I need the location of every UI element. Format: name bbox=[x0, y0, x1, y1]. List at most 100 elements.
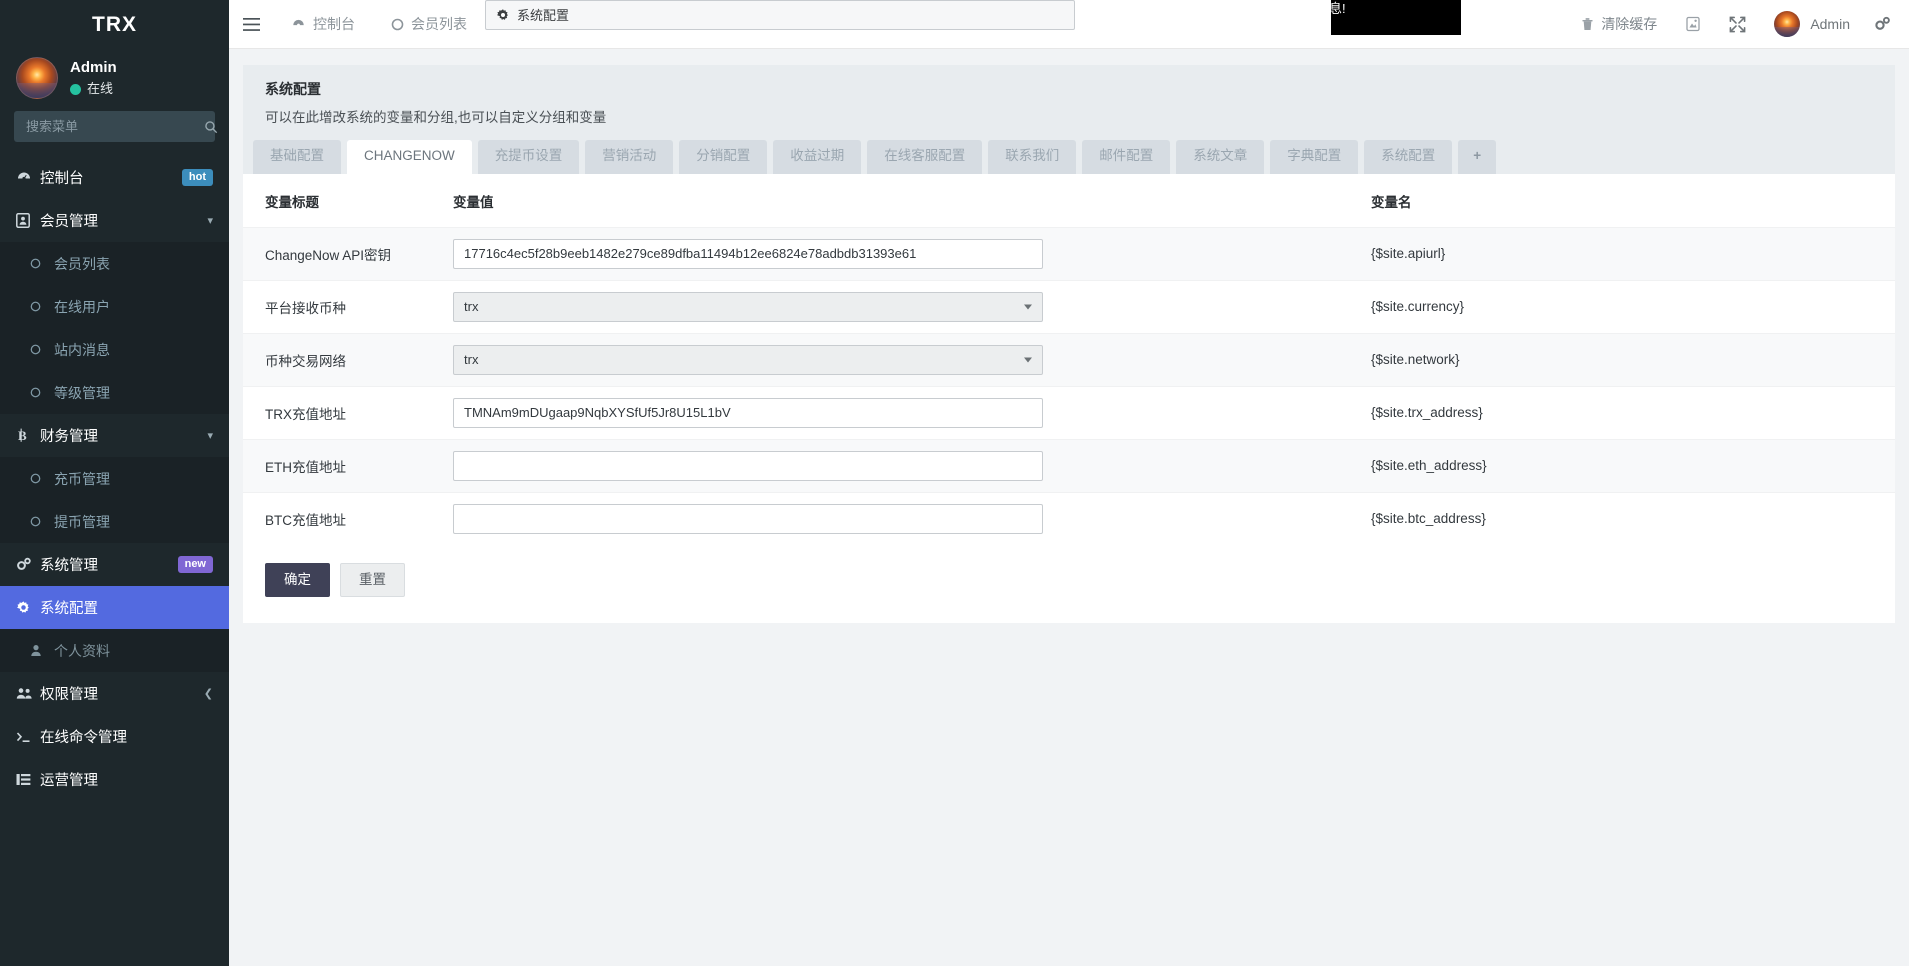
config-tab-system-config[interactable]: 系统配置 bbox=[1364, 140, 1453, 174]
user-info: Admin 在线 bbox=[70, 58, 117, 98]
form-actions: 确定 重置 bbox=[243, 545, 1895, 598]
dashboard-icon bbox=[16, 170, 40, 186]
settings-gear-icon[interactable] bbox=[1860, 0, 1895, 49]
reset-button[interactable]: 重置 bbox=[340, 562, 405, 598]
sidebar-item-online-users[interactable]: 在线用户 bbox=[0, 285, 229, 328]
config-tab-email[interactable]: 邮件配置 bbox=[1082, 140, 1171, 174]
network-select[interactable]: trx bbox=[453, 344, 1043, 375]
row-title: TRX充值地址 bbox=[243, 385, 453, 440]
user-name: Admin bbox=[70, 59, 117, 77]
row-value-cell bbox=[453, 438, 1363, 493]
cogs-icon bbox=[16, 557, 40, 572]
config-tab-dictionary[interactable]: 字典配置 bbox=[1270, 140, 1359, 174]
page-title: 系统配置 bbox=[265, 81, 321, 97]
sidebar-item-online-command-management[interactable]: 在线命令管理 bbox=[0, 715, 229, 758]
add-config-group-button[interactable]: + bbox=[1458, 140, 1497, 174]
circle-icon bbox=[30, 344, 54, 355]
apiurl-input[interactable] bbox=[453, 238, 1043, 269]
sidebar-item-site-messages[interactable]: 站内消息 bbox=[0, 328, 229, 371]
chevron-down-icon: ▾ bbox=[207, 430, 213, 442]
trash-icon bbox=[1581, 17, 1594, 31]
sidebar-item-label: 等级管理 bbox=[54, 384, 110, 401]
config-tab-basic[interactable]: 基础配置 bbox=[253, 140, 341, 174]
chevron-down-icon bbox=[1024, 357, 1032, 363]
btc-address-input[interactable] bbox=[453, 503, 1043, 534]
sidebar-item-member-list[interactable]: 会员列表 bbox=[0, 242, 229, 285]
topbar-nav-tabs: 控制台 会员列表 系统配置 bbox=[273, 0, 1075, 49]
sidebar-item-system-management[interactable]: 系统管理 new bbox=[0, 543, 229, 586]
config-tab-system-articles[interactable]: 系统文章 bbox=[1176, 140, 1265, 174]
sidebar-item-label: 提币管理 bbox=[54, 513, 110, 530]
tab-member-list[interactable]: 会员列表 bbox=[373, 0, 485, 49]
config-tab-marketing[interactable]: 营销活动 bbox=[585, 140, 674, 174]
sidebar-item-deposit-management[interactable]: 充币管理 bbox=[0, 457, 229, 500]
config-tab-contact-us[interactable]: 联系我们 bbox=[988, 140, 1077, 174]
sidebar-item-label: 会员列表 bbox=[54, 255, 110, 272]
tab-system-config[interactable]: 系统配置 bbox=[485, 0, 1075, 30]
row-varname: {$site.currency} bbox=[1363, 279, 1895, 334]
sidebar-item-finance-management[interactable]: B 财务管理 ▾ bbox=[0, 414, 229, 457]
sidebar-search-box[interactable] bbox=[14, 111, 218, 142]
eth-address-input[interactable] bbox=[453, 450, 1043, 481]
brand-logo[interactable]: TRX bbox=[0, 0, 229, 49]
user-icon bbox=[30, 644, 54, 657]
bitcoin-icon: B bbox=[16, 428, 40, 443]
trx-address-input[interactable] bbox=[453, 397, 1043, 428]
submit-button[interactable]: 确定 bbox=[265, 562, 330, 598]
clear-cache-button[interactable]: 清除缓存 bbox=[1567, 0, 1671, 49]
currency-select[interactable]: trx bbox=[453, 291, 1043, 322]
row-varname: {$site.eth_address} bbox=[1363, 438, 1895, 493]
tab-dashboard[interactable]: 控制台 bbox=[273, 0, 373, 49]
sidebar-item-withdraw-management[interactable]: 提币管理 bbox=[0, 500, 229, 543]
svg-text:B: B bbox=[18, 428, 27, 443]
sidebar-item-label: 充币管理 bbox=[54, 470, 110, 487]
sidebar-menu: 控制台 hot 会员管理 ▾ 会员列表 在线用户 站内消息 等级管理 B 财务管… bbox=[0, 156, 229, 801]
circle-icon bbox=[391, 18, 404, 31]
config-tab-deposit-withdraw[interactable]: 充提币设置 bbox=[477, 140, 580, 174]
sidebar: TRX Admin 在线 搜索菜单 控制台 hot 会员管理 ▾ 会员列表 在线… bbox=[0, 0, 229, 966]
sidebar-item-label: 会员管理 bbox=[40, 214, 98, 230]
topbar-user-menu[interactable]: Admin bbox=[1760, 0, 1860, 49]
config-group-tabs: 基础配置 CHANGENOW 充提币设置 营销活动 分销配置 收益过期 在线客服… bbox=[243, 126, 1895, 174]
table-head: 变量标题 变量值 变量名 bbox=[243, 174, 1895, 228]
row-title: ETH充值地址 bbox=[243, 438, 453, 493]
row-varname: {$site.network} bbox=[1363, 332, 1895, 387]
config-tab-distribution[interactable]: 分销配置 bbox=[679, 140, 768, 174]
row-value-cell bbox=[453, 385, 1363, 440]
sidebar-item-profile[interactable]: 个人资料 bbox=[0, 629, 229, 672]
sidebar-item-level-management[interactable]: 等级管理 bbox=[0, 371, 229, 414]
sidebar-item-dashboard[interactable]: 控制台 hot bbox=[0, 156, 229, 199]
users-icon bbox=[16, 687, 40, 700]
sidebar-badge-hot: hot bbox=[181, 169, 213, 186]
circle-icon bbox=[30, 301, 54, 312]
search-input[interactable] bbox=[24, 118, 204, 135]
fullscreen-icon[interactable] bbox=[1715, 0, 1760, 49]
clear-cache-label: 清除缓存 bbox=[1601, 16, 1658, 32]
config-tab-changenow[interactable]: CHANGENOW bbox=[347, 140, 472, 174]
config-tab-earnings-expiry[interactable]: 收益过期 bbox=[773, 140, 862, 174]
topbar: 控制台 会员列表 系统配置 息! 清除缓存 Admin bbox=[229, 0, 1909, 49]
row-varname: {$site.trx_address} bbox=[1363, 385, 1895, 440]
user-status-label: 在线 bbox=[87, 81, 114, 97]
row-value-cell bbox=[453, 226, 1363, 281]
circle-icon bbox=[30, 387, 54, 398]
topbar-right: 清除缓存 Admin bbox=[1567, 0, 1909, 49]
main-area: 控制台 会员列表 系统配置 息! 清除缓存 Admin 系统配置 可以在此增改系… bbox=[229, 0, 1909, 966]
sidebar-item-system-config[interactable]: 系统配置 bbox=[0, 586, 229, 629]
table-header-row: 变量标题 变量值 变量名 bbox=[243, 174, 1895, 228]
config-tab-online-support[interactable]: 在线客服配置 bbox=[867, 140, 983, 174]
sidebar-item-permission-management[interactable]: 权限管理 ❮ bbox=[0, 672, 229, 715]
row-title: BTC充值地址 bbox=[243, 491, 453, 545]
gear-icon bbox=[16, 600, 40, 615]
sidebar-item-label: 系统配置 bbox=[40, 601, 98, 617]
sidebar-item-operations-management[interactable]: 运营管理 bbox=[0, 758, 229, 801]
search-icon[interactable] bbox=[204, 120, 218, 134]
hamburger-icon[interactable] bbox=[229, 0, 273, 49]
theme-icon[interactable] bbox=[1671, 0, 1715, 49]
column-header-value: 变量值 bbox=[453, 194, 494, 210]
page-content: 系统配置 可以在此增改系统的变量和分组,也可以自定义分组和变量 基础配置 CHA… bbox=[229, 49, 1909, 966]
sidebar-item-member-management[interactable]: 会员管理 ▾ bbox=[0, 199, 229, 242]
sidebar-item-label: 站内消息 bbox=[54, 341, 110, 358]
gear-icon bbox=[496, 8, 510, 22]
dashboard-icon bbox=[291, 17, 306, 32]
